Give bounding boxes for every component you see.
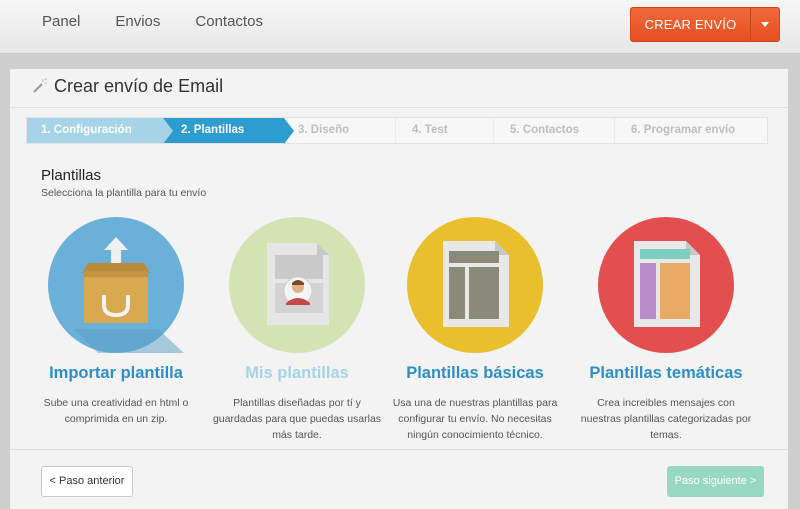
main-nav: Panel Envios Contactos	[42, 13, 298, 30]
card-title[interactable]: Importar plantilla	[26, 364, 206, 383]
card-plantillas-basicas[interactable]: Plantillas básicas Usa una de nuestras p…	[385, 217, 565, 443]
wizard-steps: 1. Configuración 2. Plantillas 3. Diseño…	[26, 117, 768, 144]
section-title: Plantillas	[41, 167, 102, 184]
card-title[interactable]: Plantillas temáticas	[576, 364, 756, 383]
divider	[10, 107, 788, 108]
upload-box-icon[interactable]	[48, 217, 184, 353]
main-panel: Crear envío de Email 1. Configuración 2.…	[10, 69, 788, 509]
step-contactos: 5. Contactos	[494, 118, 615, 143]
card-description: Plantillas diseñadas por tí y guardadas …	[212, 397, 382, 441]
chevron-down-icon[interactable]	[751, 22, 779, 27]
step-configuracion[interactable]: 1. Configuración	[27, 118, 173, 144]
nav-panel[interactable]: Panel	[42, 13, 80, 30]
section-subtitle: Selecciona la plantilla para tu envío	[41, 187, 207, 199]
basic-layout-icon[interactable]	[407, 217, 543, 353]
card-description: Usa una de nuestras plantillas para conf…	[392, 397, 558, 441]
create-send-label[interactable]: CREAR ENVÍO	[631, 8, 751, 41]
card-description: Sube una creatividad en html o comprimid…	[43, 397, 189, 425]
step-programar: 6. Programar envío	[631, 124, 736, 136]
step-diseno: 3. Diseño	[284, 118, 396, 143]
themed-layout-icon[interactable]	[598, 217, 734, 353]
step-test: 4. Test	[396, 118, 494, 143]
create-send-button[interactable]: CREAR ENVÍO	[630, 7, 780, 42]
card-title[interactable]: Plantillas básicas	[385, 364, 565, 383]
card-importar-plantilla[interactable]: Importar plantilla Sube una creatividad …	[26, 217, 206, 427]
card-plantillas-tematicas[interactable]: Plantillas temáticas Crea increibles men…	[576, 217, 756, 443]
card-title[interactable]: Mis plantillas	[207, 364, 387, 383]
top-bar: Panel Envios Contactos CREAR ENVÍO	[0, 0, 800, 54]
footer-divider	[10, 449, 788, 450]
nav-envios[interactable]: Envios	[115, 13, 160, 30]
step-plantillas[interactable]: 2. Plantillas	[163, 118, 294, 144]
card-mis-plantillas[interactable]: Mis plantillas Plantillas diseñadas por …	[207, 217, 387, 443]
next-step-button[interactable]: Paso siguiente >	[667, 466, 764, 497]
user-template-icon[interactable]	[229, 217, 365, 353]
previous-step-button[interactable]: < Paso anterior	[41, 466, 133, 497]
nav-contactos[interactable]: Contactos	[195, 13, 263, 30]
magic-wand-icon	[33, 78, 47, 93]
page-title: Crear envío de Email	[54, 76, 224, 96]
card-description: Crea increibles mensajes con nuestras pl…	[580, 397, 752, 441]
